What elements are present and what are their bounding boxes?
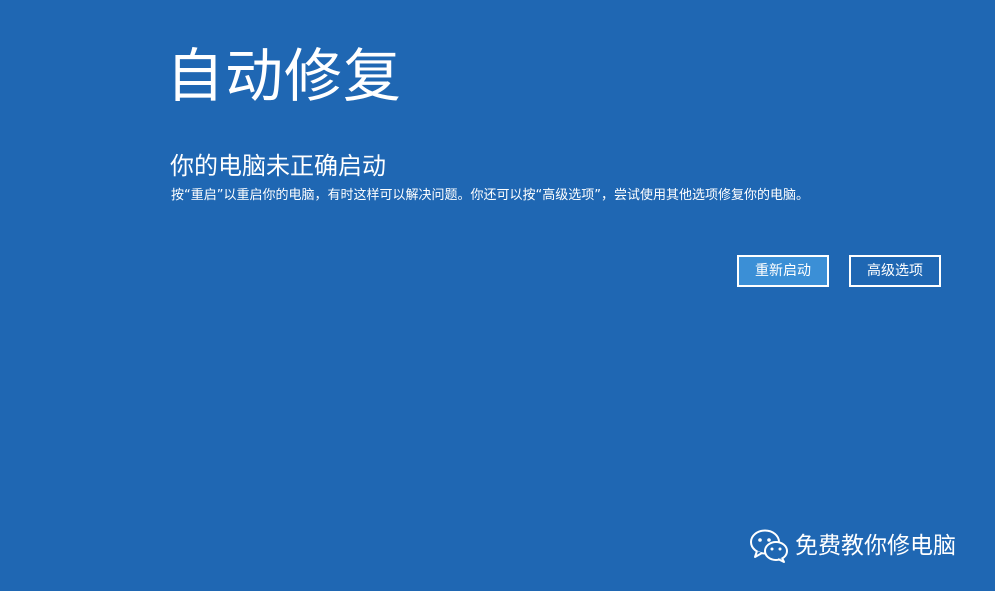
error-description: 按“重启”以重启你的电脑，有时这样可以解决问题。你还可以按“高级选项”，尝试使用… — [171, 188, 809, 203]
watermark-text: 免费教你修电脑 — [795, 533, 956, 559]
wechat-icon — [750, 529, 788, 563]
page-title: 自动修复 — [166, 42, 403, 110]
watermark: 免费教你修电脑 — [749, 528, 956, 564]
recovery-screen: 自动修复 你的电脑未正确启动 按“重启”以重启你的电脑，有时这样可以解决问题。你… — [0, 0, 995, 591]
advanced-options-button[interactable]: 高级选项 — [849, 255, 941, 287]
error-heading: 你的电脑未正确启动 — [170, 152, 386, 180]
restart-button[interactable]: 重新启动 — [737, 255, 829, 287]
